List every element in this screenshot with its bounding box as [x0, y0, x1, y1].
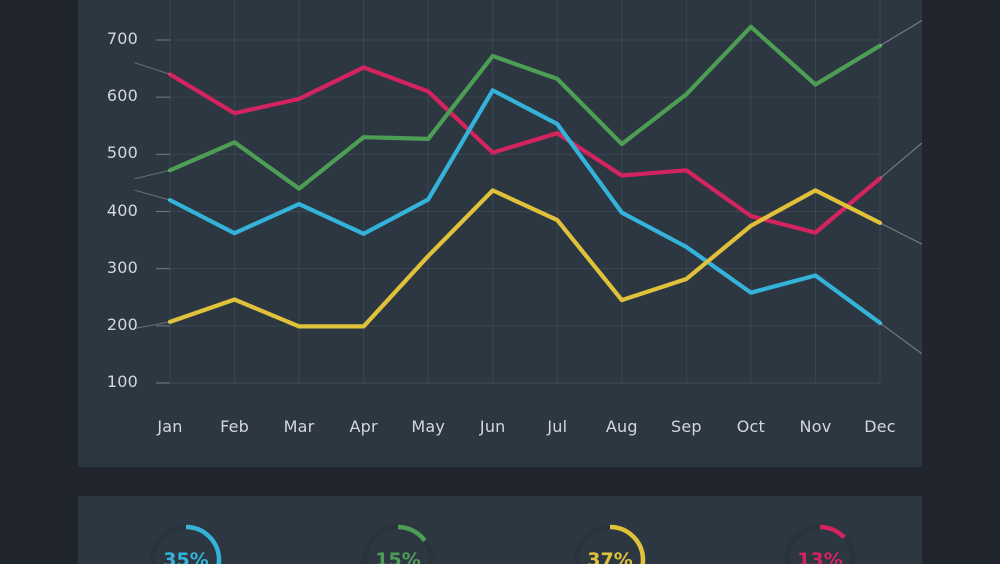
- line-chart-svg[interactable]: [78, 0, 922, 467]
- line-chart-panel: [78, 0, 922, 467]
- x-axis-tick-label-mar: Mar: [283, 417, 315, 436]
- x-axis-tick-label-may: May: [411, 417, 446, 436]
- donut-panel: 35% 15% 37% 13%: [78, 496, 922, 564]
- series-line-1: [167, 65, 883, 235]
- y-axis-tick-label: 300: [106, 257, 138, 277]
- y-axis-tick-label: 400: [106, 200, 138, 220]
- x-axis-tick-label-oct: Oct: [736, 417, 766, 436]
- series-lead-1: [134, 62, 171, 75]
- x-axis-tick-label-nov: Nov: [799, 417, 832, 436]
- x-axis-tick-label-jun: Jun: [479, 417, 506, 436]
- series-tail-1: [879, 142, 922, 179]
- y-axis-tick-label: 700: [106, 29, 138, 48]
- donut-metric-2[interactable]: 15%: [359, 521, 437, 564]
- y-axis-tick-label: 200: [106, 314, 138, 334]
- x-axis-tick-label-jan: Jan: [157, 417, 183, 436]
- series-lead-3: [134, 189, 171, 201]
- donut-value-label: 37%: [587, 549, 633, 564]
- y-axis-tick-label: 100: [106, 372, 138, 391]
- x-axis-tick-label-feb: Feb: [220, 417, 249, 436]
- series-tail-4: [879, 222, 922, 245]
- x-axis-tick-label-aug: Aug: [605, 417, 638, 436]
- x-axis-tick-label-sep: Sep: [670, 417, 702, 436]
- series-lead-4: [134, 321, 171, 330]
- series-line-4: [167, 188, 883, 329]
- donut-metric-3[interactable]: 37%: [571, 521, 649, 564]
- donut-value-label: 15%: [375, 549, 421, 564]
- series-tail-2: [879, 19, 922, 47]
- donut-value-label: 35%: [163, 549, 209, 564]
- donut-value-label: 13%: [797, 549, 843, 564]
- x-axis-tick-label-jul: Jul: [547, 417, 568, 436]
- donut-metric-1[interactable]: 35%: [147, 521, 225, 564]
- y-axis-tick-label: 500: [106, 143, 138, 163]
- x-axis-tick-label-dec: Dec: [864, 417, 896, 436]
- series-tail-3: [879, 322, 922, 355]
- x-axis-tick-label-apr: Apr: [349, 417, 378, 436]
- dashboard-root: 100 200 300 400 500 600 700 Jan Feb Mar Apr May Jun…: [0, 0, 1000, 564]
- donut-metric-4[interactable]: 13%: [781, 521, 859, 564]
- series-lead-2: [134, 169, 171, 180]
- y-axis-tick-label: 600: [106, 86, 138, 106]
